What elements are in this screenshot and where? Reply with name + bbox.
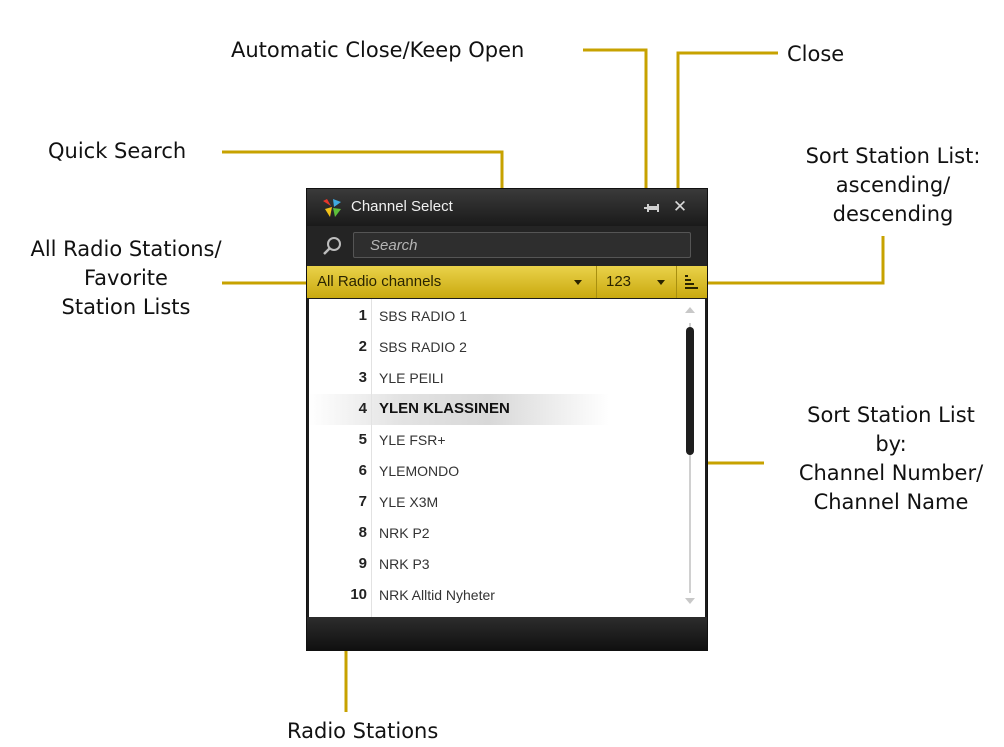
station-row[interactable]: 9 NRK P3 <box>309 549 609 580</box>
scroll-up-arrow-icon[interactable] <box>685 307 695 313</box>
sort-order-callout: Sort Station List: ascending/ descending <box>788 142 998 229</box>
close-callout-line <box>676 51 778 196</box>
station-lists-callout-line3: Station Lists <box>61 295 191 319</box>
sort-by-dropdown[interactable]: 123 <box>597 266 677 298</box>
sort-by-callout-line3: Channel Number/ <box>798 461 984 485</box>
close-button[interactable]: ✕ <box>669 194 691 220</box>
auto-close-callout-line <box>583 48 648 196</box>
station-row[interactable]: 2 SBS RADIO 2 <box>309 332 609 363</box>
station-name: YLE FSR+ <box>379 432 446 448</box>
station-number: 1 <box>358 307 367 324</box>
window-footer <box>307 617 707 650</box>
station-name: YLE X3M <box>379 494 439 510</box>
station-row[interactable]: 3 YLE PEILI <box>309 363 609 394</box>
title-bar[interactable]: Channel Select ✕ <box>307 189 707 226</box>
filter-bar: All Radio channels 123 <box>307 266 707 298</box>
search-icon[interactable] <box>320 234 344 258</box>
app-logo-icon <box>323 199 341 217</box>
station-lists-callout-line2: Favorite <box>84 266 168 290</box>
sort-order-callout-line2: ascending/ <box>835 173 951 197</box>
search-bar <box>307 226 707 266</box>
sort-order-callout-line <box>705 236 885 285</box>
station-row[interactable]: 4 YLEN KLASSINEN <box>309 394 609 425</box>
window-title: Channel Select <box>351 198 453 215</box>
sort-by-dropdown-label: 123 <box>606 273 632 290</box>
station-list[interactable]: 1 SBS RADIO 1 2 SBS RADIO 2 3 YLE PEILI 4 YLEN … <box>309 299 705 617</box>
station-name: SBS RADIO 1 <box>379 308 467 324</box>
station-row[interactable]: 1 SBS RADIO 1 <box>309 301 609 332</box>
station-row[interactable]: 8 NRK P2 <box>309 518 609 549</box>
station-row[interactable]: 5 YLE FSR+ <box>309 425 609 456</box>
station-name: YLEMONDO <box>379 463 460 479</box>
pin-icon[interactable] <box>641 198 661 218</box>
sort-by-callout-line4: Channel Name <box>813 490 969 514</box>
sort-by-callout-line1: Sort Station List <box>807 403 975 427</box>
sort-order-icon <box>685 275 698 289</box>
station-row[interactable]: 6 YLEMONDO <box>309 456 609 487</box>
sort-order-callout-line3: descending <box>832 202 954 226</box>
search-input[interactable] <box>353 232 691 258</box>
station-name: SBS RADIO 2 <box>379 339 467 355</box>
station-number: 10 <box>350 586 367 603</box>
station-number: 4 <box>358 400 367 417</box>
station-list-dropdown[interactable]: All Radio channels <box>307 266 597 298</box>
auto-close-callout: Automatic Close/Keep Open <box>231 38 525 62</box>
station-lists-callout-line1: All Radio Stations/ <box>30 237 222 261</box>
scrollbar-thumb[interactable] <box>686 327 694 455</box>
station-lists-callout: All Radio Stations/ Favorite Station Lis… <box>6 235 246 322</box>
close-callout: Close <box>787 42 845 66</box>
station-number: 5 <box>358 431 367 448</box>
sort-order-callout-line1: Sort Station List: <box>805 144 981 168</box>
scroll-down-arrow-icon[interactable] <box>685 598 695 604</box>
station-number: 9 <box>358 555 367 572</box>
station-row[interactable]: 7 YLE X3M <box>309 487 609 518</box>
station-number: 8 <box>358 524 367 541</box>
quick-search-callout: Quick Search <box>48 139 187 163</box>
station-number: 7 <box>358 493 367 510</box>
station-name: NRK P3 <box>379 556 430 572</box>
station-number: 6 <box>358 462 367 479</box>
station-name: YLE PEILI <box>379 370 444 386</box>
station-number: 2 <box>358 338 367 355</box>
station-list-dropdown-label: All Radio channels <box>317 273 442 290</box>
sort-order-button[interactable] <box>677 266 707 298</box>
station-name: NRK Alltid Nyheter <box>379 587 495 603</box>
station-number: 3 <box>358 369 367 386</box>
station-row[interactable]: 10 NRK Alltid Nyheter <box>309 580 609 611</box>
sort-by-callout-line2: by: <box>875 432 907 456</box>
station-name: YLEN KLASSINEN <box>379 400 510 417</box>
radio-stations-callout: Radio Stations <box>287 719 439 743</box>
chevron-down-icon <box>657 280 665 285</box>
sort-by-callout: Sort Station List by: Channel Number/ Ch… <box>780 401 1002 517</box>
station-name: NRK P2 <box>379 525 430 541</box>
chevron-down-icon <box>574 280 582 285</box>
channel-select-window: Channel Select ✕ All Radio channels 123 <box>307 189 707 650</box>
